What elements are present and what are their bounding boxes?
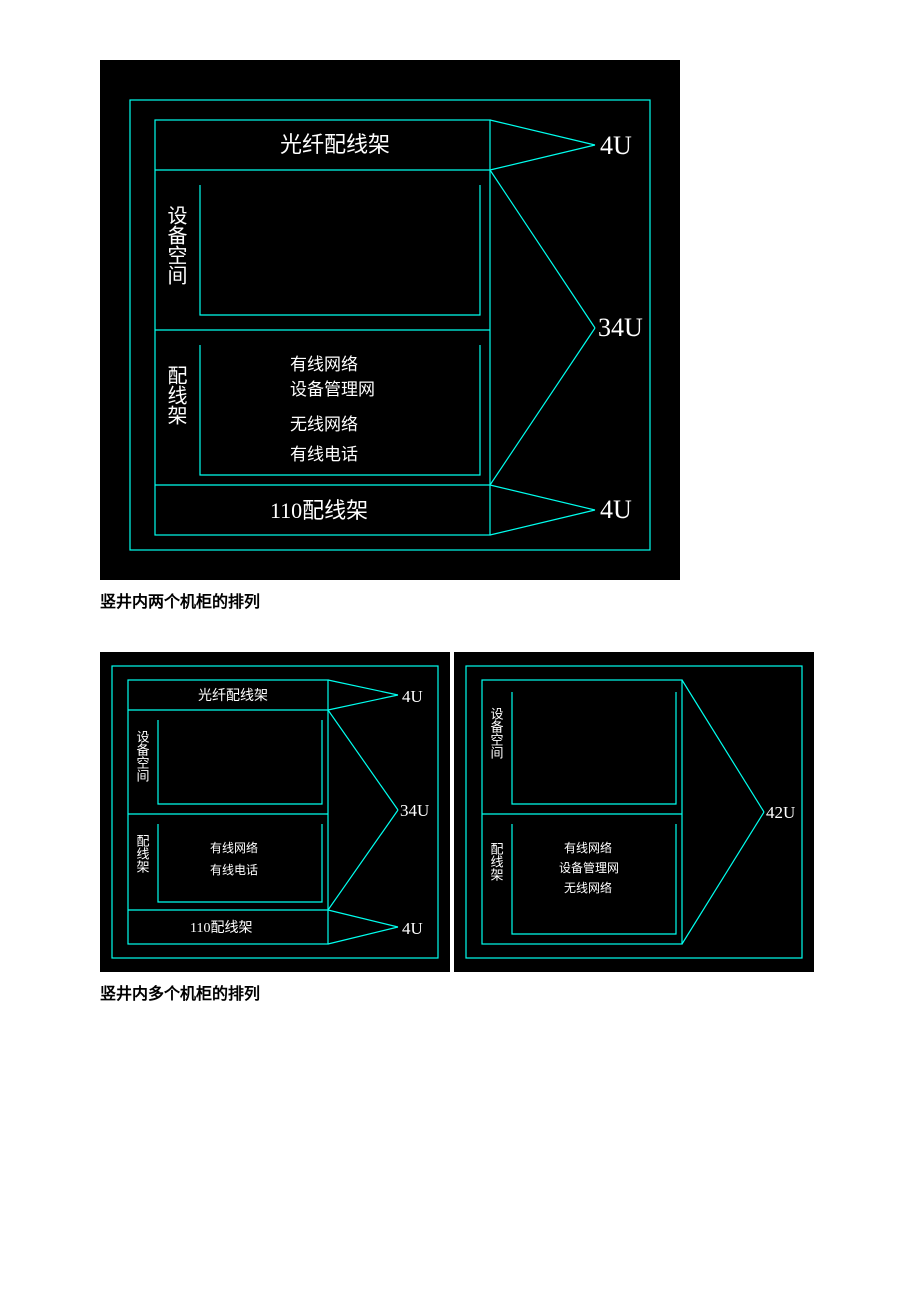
mid-left-top-label: 设备空间 [164, 205, 187, 285]
mid-line-3: 有线电话 [290, 445, 358, 464]
left-line-1: 有线电话 [210, 863, 258, 877]
mid-left-bottom-label: 配线架 [164, 365, 187, 425]
right-line-0: 有线网络 [564, 840, 612, 855]
bottom-section-label: 110配线架 [270, 498, 368, 523]
left-mid-top: 设备空间 [135, 730, 150, 782]
rack-right: 设备空间 配线架 有线网络 设备管理网 无线网络 42U [454, 652, 814, 972]
left-u-mid: 34U [400, 801, 429, 820]
left-u-bottom: 4U [402, 919, 423, 938]
top-section-label: 光纤配线架 [280, 132, 390, 157]
rack-left: 光纤配线架 110配线架 设备空间 配线架 有线网络 有线电话 4U 34U 4… [100, 652, 450, 972]
u-bottom: 4U [600, 495, 632, 524]
left-line-0: 有线网络 [210, 840, 258, 855]
u-top: 4U [600, 131, 632, 160]
left-top-label: 光纤配线架 [198, 688, 268, 704]
mid-line-0: 有线网络 [290, 355, 358, 374]
u-mid: 34U [598, 313, 643, 342]
right-line-2: 无线网络 [564, 880, 612, 895]
mid-line-2: 无线网络 [290, 415, 358, 434]
right-mid-bottom: 配线架 [489, 842, 504, 881]
mid-line-1: 设备管理网 [290, 380, 375, 399]
right-mid-top: 设备空间 [489, 707, 504, 759]
left-bottom-label: 110配线架 [190, 920, 252, 936]
right-u-all: 42U [766, 803, 795, 822]
left-mid-bottom: 配线架 [135, 834, 150, 873]
right-line-1: 设备管理网 [559, 860, 619, 875]
left-u-top: 4U [402, 687, 423, 706]
caption-2: 竖井内多个机柜的排列 [100, 980, 820, 1004]
diagram-two-racks: 光纤配线架 110配线架 设备空间 配线架 有线网络 设备管理网 无线网络 有线… [100, 60, 680, 580]
diagram-multi-racks: 光纤配线架 110配线架 设备空间 配线架 有线网络 有线电话 4U 34U 4… [100, 652, 820, 972]
caption-1: 竖井内两个机柜的排列 [100, 588, 820, 612]
